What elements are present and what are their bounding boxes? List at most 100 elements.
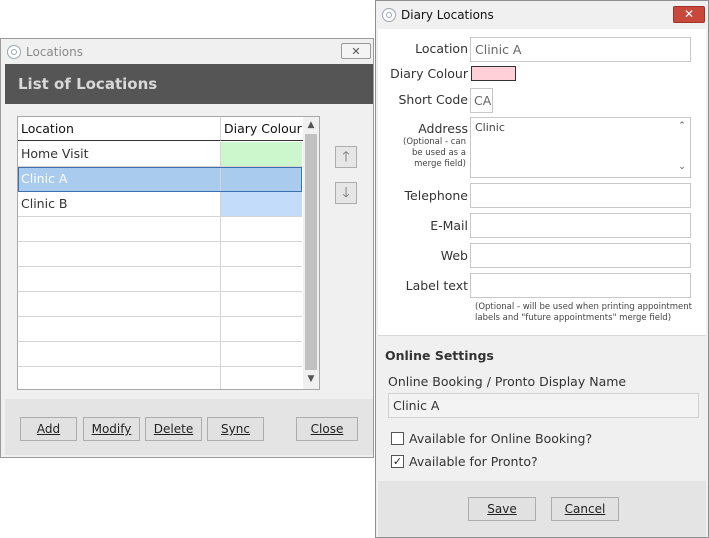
table-row[interactable] — [18, 217, 303, 242]
app-icon — [7, 45, 21, 59]
close-button[interactable]: Close — [296, 417, 358, 441]
locations-window-title: Locations — [26, 45, 84, 59]
grid-scrollbar[interactable]: ▲ ▼ — [303, 117, 319, 389]
modify-button[interactable]: Modify — [83, 417, 140, 441]
diary-titlebar[interactable]: Diary Locations ✕ — [376, 1, 708, 29]
table-row[interactable]: Home Visit — [18, 142, 303, 167]
table-row[interactable] — [18, 317, 303, 342]
telephone-input[interactable] — [470, 183, 691, 208]
scroll-down-icon[interactable]: ▼ — [303, 374, 319, 384]
save-button-label: Save — [487, 502, 517, 516]
scroll-thumb[interactable] — [305, 134, 317, 370]
add-button-label: Add — [36, 422, 61, 436]
diary-colour-cell[interactable] — [221, 217, 302, 242]
location-label: Location — [415, 41, 468, 56]
web-input[interactable] — [470, 243, 691, 268]
diary-colour-cell[interactable] — [221, 142, 302, 167]
locations-titlebar[interactable]: Locations ✕ — [1, 39, 373, 63]
diary-colour-swatch[interactable] — [471, 66, 516, 81]
column-header-location[interactable]: Location — [18, 117, 221, 141]
delete-button-label: Delete — [153, 422, 194, 436]
diary-colour-cell[interactable] — [221, 167, 302, 192]
arrow-down-icon: 🡓 — [342, 185, 350, 201]
arrow-up-icon: 🡑 — [342, 149, 350, 165]
address-textarea[interactable]: Clinic ⌃ ⌄ — [470, 117, 691, 178]
diary-colour-cell[interactable] — [221, 342, 302, 367]
cancel-button[interactable]: Cancel — [551, 497, 619, 521]
location-cell[interactable] — [18, 267, 221, 292]
pronto-label: Available for Pronto? — [409, 454, 538, 469]
locations-footer: Add Modify Delete Sync Close — [5, 399, 373, 455]
telephone-label: Telephone — [404, 188, 468, 203]
location-cell[interactable]: Clinic A — [18, 167, 221, 192]
diary-colour-cell[interactable] — [221, 242, 302, 267]
sync-button-label: Sync — [221, 422, 250, 436]
save-button[interactable]: Save — [468, 497, 536, 521]
move-down-button[interactable]: 🡓 — [335, 182, 357, 204]
move-up-button[interactable]: 🡑 — [335, 146, 357, 168]
email-input[interactable] — [470, 213, 691, 238]
location-cell[interactable] — [18, 242, 221, 267]
online-booking-checkbox[interactable] — [391, 432, 404, 445]
table-row[interactable]: Clinic A — [18, 167, 303, 192]
pronto-checkbox[interactable]: ✓ — [391, 455, 404, 468]
diary-close-icon[interactable]: ✕ — [673, 6, 705, 23]
table-row[interactable] — [18, 242, 303, 267]
locations-header-title: List of Locations — [18, 75, 158, 93]
online-settings-title: Online Settings — [385, 348, 494, 363]
online-booking-checkbox-row[interactable]: Available for Online Booking? — [391, 431, 691, 447]
diary-footer: Save Cancel — [378, 481, 706, 537]
web-label: Web — [440, 248, 468, 263]
diary-colour-cell[interactable] — [221, 367, 302, 389]
locations-close-icon[interactable]: ✕ — [341, 43, 371, 59]
address-label: Address — [418, 121, 468, 136]
close-button-label: Close — [310, 422, 344, 436]
display-name-input[interactable]: Clinic A — [388, 393, 699, 418]
location-cell[interactable]: Clinic B — [18, 192, 221, 217]
location-cell[interactable] — [18, 367, 221, 389]
diary-window-title: Diary Locations — [401, 8, 494, 22]
short-code-label: Short Code — [398, 92, 468, 107]
pronto-checkbox-row[interactable]: ✓ Available for Pronto? — [391, 454, 691, 470]
address-scroll-down-icon[interactable]: ⌄ — [674, 162, 690, 172]
location-cell[interactable] — [18, 317, 221, 342]
sync-button[interactable]: Sync — [207, 417, 264, 441]
diary-colour-cell[interactable] — [221, 317, 302, 342]
location-cell[interactable] — [18, 342, 221, 367]
label-text-input[interactable] — [470, 273, 691, 298]
locations-grid: Location Diary Colour Home Visit Clinic A… — [17, 116, 320, 390]
table-row[interactable] — [18, 367, 303, 389]
table-row[interactable]: Clinic B — [18, 192, 303, 217]
diary-colour-label: Diary Colour — [390, 66, 468, 81]
add-button[interactable]: Add — [20, 417, 77, 441]
location-cell[interactable]: Home Visit — [18, 142, 221, 167]
cancel-button-label: Cancel — [564, 502, 606, 516]
locations-window: Locations ✕ List of Locations Location D… — [0, 38, 374, 458]
label-text-label: Label text — [405, 278, 468, 293]
app-icon — [382, 8, 396, 22]
address-value: Clinic — [475, 121, 505, 134]
column-header-diary-colour[interactable]: Diary Colour — [221, 117, 303, 141]
label-text-note: (Optional - will be used when printing a… — [475, 302, 692, 323]
table-row[interactable] — [18, 292, 303, 317]
location-cell[interactable] — [18, 217, 221, 242]
table-row[interactable] — [18, 342, 303, 367]
scroll-up-icon[interactable]: ▲ — [303, 120, 319, 130]
address-scroll-up-icon[interactable]: ⌃ — [674, 121, 690, 131]
location-input[interactable]: Clinic A — [470, 37, 691, 62]
locations-header: List of Locations — [5, 64, 373, 104]
address-note: (Optional - can be used as a merge field… — [403, 137, 466, 169]
table-row[interactable] — [18, 267, 303, 292]
diary-colour-cell[interactable] — [221, 267, 302, 292]
diary-colour-cell[interactable] — [221, 192, 302, 217]
email-label: E-Mail — [430, 218, 468, 233]
location-cell[interactable] — [18, 292, 221, 317]
diary-form: Location Clinic A Diary Colour Short Cod… — [378, 29, 706, 335]
online-settings-section: Online Settings Online Booking / Pronto … — [378, 335, 706, 481]
delete-button[interactable]: Delete — [145, 417, 202, 441]
display-name-label: Online Booking / Pronto Display Name — [388, 374, 627, 389]
diary-colour-cell[interactable] — [221, 292, 302, 317]
modify-button-label: Modify — [91, 422, 132, 436]
short-code-input[interactable]: CA — [470, 88, 493, 113]
online-booking-label: Available for Online Booking? — [409, 431, 593, 446]
